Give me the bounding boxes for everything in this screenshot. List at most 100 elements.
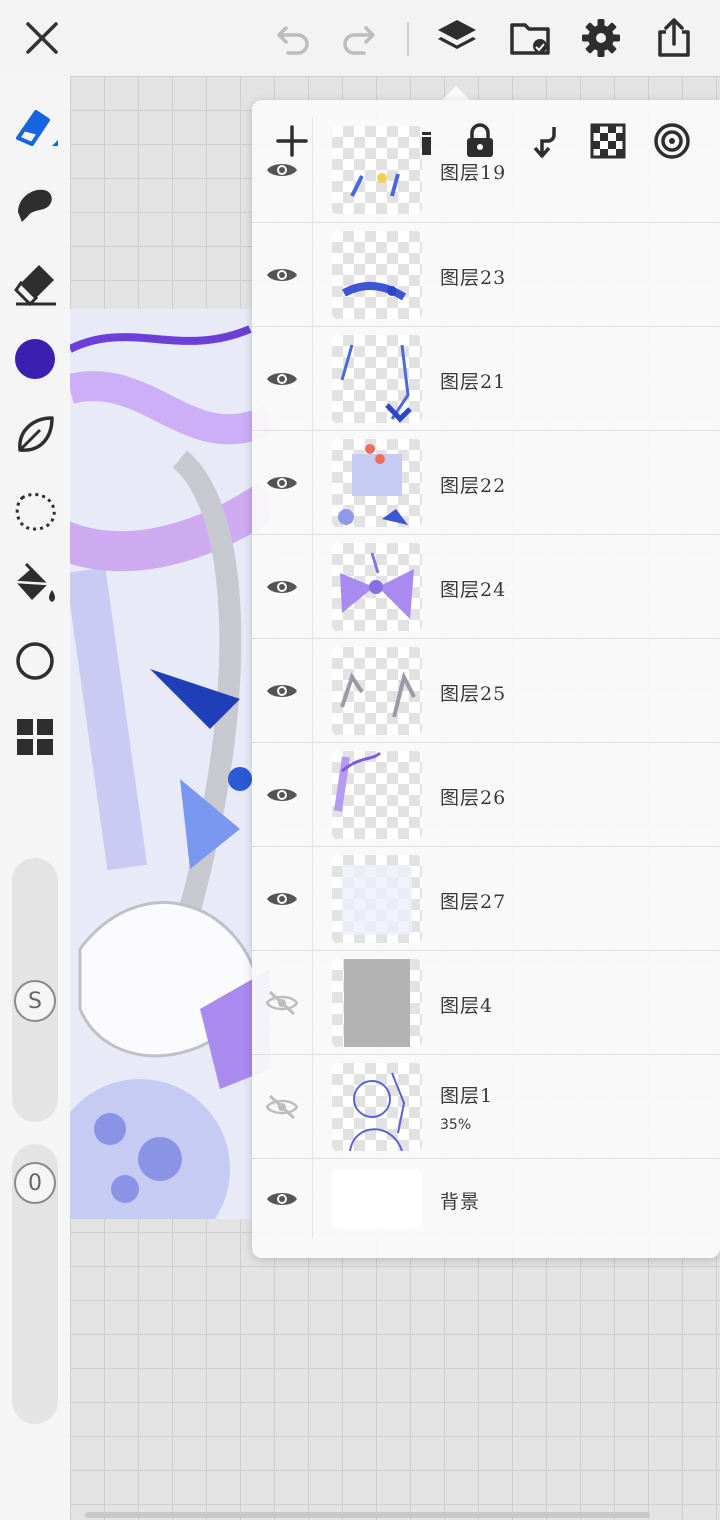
- layer-name-7: 图层27: [440, 891, 507, 913]
- undo-button[interactable]: [270, 14, 318, 62]
- redo-button[interactable]: [334, 14, 382, 62]
- layer-name-1: 图层23: [440, 267, 507, 289]
- layer-thumbnail-3: [332, 439, 422, 527]
- layer-thumbnail-5: [332, 647, 422, 735]
- visibility-toggle-8[interactable]: [252, 951, 313, 1055]
- eye-icon: [266, 784, 298, 806]
- eye-icon: [266, 264, 298, 286]
- layers-icon: [438, 20, 476, 49]
- layer-name-10: 背景: [440, 1191, 481, 1213]
- color-picker[interactable]: [10, 334, 60, 384]
- grid-icon: [17, 719, 53, 755]
- undo-icon: [277, 26, 309, 55]
- toolbar-divider: [407, 22, 409, 56]
- layer-row-6[interactable]: 图层26: [252, 742, 720, 847]
- visibility-toggle-6[interactable]: [252, 743, 313, 847]
- smudge-tool[interactable]: [10, 180, 60, 230]
- layer-row-10[interactable]: 背景: [252, 1158, 720, 1239]
- eraser-icon: [14, 265, 56, 306]
- layer-row-9[interactable]: 图层1 35%: [252, 1054, 720, 1159]
- layer-name-6: 图层26: [440, 787, 507, 809]
- layer-row-8[interactable]: 图层4: [252, 950, 720, 1055]
- shape-tool[interactable]: [10, 636, 60, 686]
- opacity-slider[interactable]: 0: [12, 1144, 58, 1424]
- eye-icon: [266, 159, 298, 181]
- top-toolbar: [0, 0, 720, 76]
- eraser-tool[interactable]: [10, 258, 60, 308]
- layer-thumbnail-2: [332, 335, 422, 423]
- opacity-slider-knob[interactable]: 0: [14, 1162, 56, 1204]
- fill-tool[interactable]: [10, 560, 60, 610]
- eye-icon: [266, 368, 298, 390]
- blend-tool[interactable]: [10, 410, 60, 460]
- eye-icon: [266, 472, 298, 494]
- layer-name-5: 图层25: [440, 683, 507, 705]
- horizontal-scrollbar[interactable]: [85, 1512, 650, 1518]
- paint-bucket-icon: [15, 562, 55, 602]
- visibility-toggle-10[interactable]: [252, 1159, 313, 1239]
- thumbnail-art-3: [338, 444, 408, 525]
- layer-thumbnail-8: [332, 959, 422, 1047]
- visibility-toggle-0[interactable]: [252, 118, 313, 222]
- lasso-tool[interactable]: [10, 486, 60, 536]
- brush-size-slider[interactable]: S: [12, 858, 58, 1122]
- layer-name-9: 图层1: [440, 1085, 494, 1107]
- layer-row-4[interactable]: 图层24: [252, 534, 720, 639]
- left-toolbar: S 0: [0, 76, 70, 1520]
- brush-tool[interactable]: [10, 102, 60, 152]
- visibility-toggle-1[interactable]: [252, 223, 313, 327]
- more-tools[interactable]: [10, 712, 60, 762]
- settings-button[interactable]: [577, 14, 625, 62]
- eye-icon: [266, 888, 298, 910]
- visibility-toggle-4[interactable]: [252, 535, 313, 639]
- layer-thumbnail-0: [332, 126, 422, 214]
- thumbnail-art-0: [350, 173, 400, 197]
- layer-thumbnail-4: [332, 543, 422, 631]
- layer-row-0[interactable]: 图层19: [252, 118, 720, 222]
- visibility-toggle-9[interactable]: [252, 1055, 313, 1159]
- close-button[interactable]: [18, 14, 66, 62]
- leaf-icon: [18, 416, 54, 452]
- layer-thumbnail-9: [332, 1063, 422, 1151]
- layer-row-3[interactable]: 图层22: [252, 430, 720, 535]
- visibility-toggle-7[interactable]: [252, 847, 313, 951]
- thumbnail-art-9: [349, 1072, 406, 1151]
- visibility-toggle-5[interactable]: [252, 639, 313, 743]
- layer-name-0: 图层19: [440, 162, 507, 184]
- lasso-icon: [15, 493, 56, 531]
- layer-row-5[interactable]: 图层25: [252, 638, 720, 743]
- thumbnail-art-6: [334, 751, 382, 812]
- thumbnail-art-1: [342, 281, 407, 301]
- share-button[interactable]: [650, 14, 698, 62]
- layer-name-3: 图层22: [440, 475, 507, 497]
- import-button[interactable]: [506, 14, 554, 62]
- smudge-icon: [18, 189, 52, 222]
- layers-button[interactable]: [433, 14, 481, 62]
- share-icon: [658, 18, 690, 57]
- gear-icon: [582, 19, 620, 57]
- visibility-toggle-2[interactable]: [252, 327, 313, 431]
- size-slider-knob[interactable]: S: [14, 980, 56, 1022]
- eye-icon: [266, 576, 298, 598]
- folder-image-icon: [510, 23, 550, 55]
- layer-thumbnail-7: [332, 855, 422, 943]
- thumbnail-art-5: [340, 671, 416, 718]
- current-color-swatch: [15, 339, 55, 379]
- layer-thumbnail-10: [332, 1169, 422, 1229]
- layer-row-7[interactable]: 图层27: [252, 846, 720, 951]
- layer-row-2[interactable]: 图层21: [252, 326, 720, 431]
- thumbnail-art-7: [342, 865, 412, 935]
- eye-icon: [266, 680, 298, 702]
- eye-icon: [266, 1188, 298, 1210]
- layer-row-1[interactable]: 图层23: [252, 222, 720, 327]
- redo-icon: [343, 26, 375, 55]
- circle-icon: [16, 642, 54, 680]
- visibility-toggle-3[interactable]: [252, 431, 313, 535]
- pen-icon: [16, 110, 58, 146]
- layer-thumbnail-6: [332, 751, 422, 839]
- thumbnail-art-2: [340, 344, 412, 423]
- artwork-canvas[interactable]: [70, 309, 270, 1219]
- layer-panel: 图层19 图层23 图层21 图层22 图层24 图层25 图层26 图层27 …: [252, 100, 720, 1258]
- thumbnail-art-4: [340, 552, 414, 619]
- layer-thumbnail-1: [332, 231, 422, 319]
